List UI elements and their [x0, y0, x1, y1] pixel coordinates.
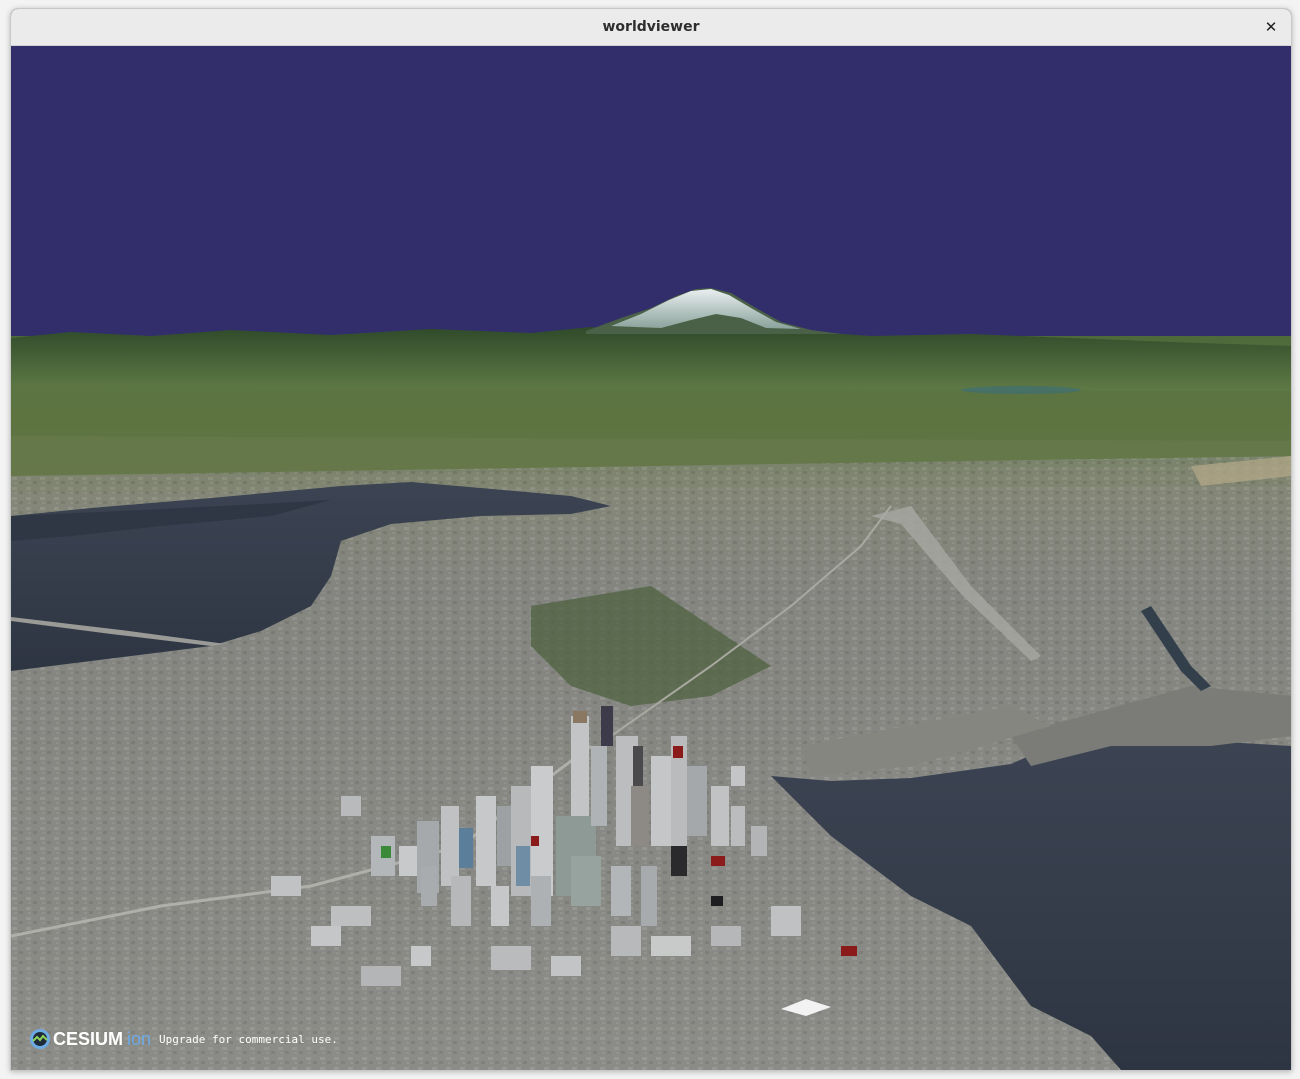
close-button[interactable]: ✕	[1259, 15, 1283, 39]
credit-message: Upgrade for commercial use.	[159, 1032, 338, 1046]
cesium-credit[interactable]: CESIUM ion Upgrade for commercial use.	[29, 1025, 338, 1053]
cesium-ion-logo[interactable]: CESIUM ion	[29, 1028, 151, 1050]
cesium-globe-icon	[30, 1029, 50, 1049]
sky	[11, 46, 1291, 346]
scene-canvas[interactable]	[11, 46, 1291, 1070]
distant-lake	[961, 386, 1081, 394]
title-bar[interactable]: worldviewer ✕	[11, 9, 1291, 46]
cesium-wordmark: CESIUM	[53, 1028, 124, 1049]
ion-wordmark: ion	[127, 1028, 152, 1049]
window-title: worldviewer	[602, 19, 700, 35]
3d-viewport[interactable]: CESIUM ion Upgrade for commercial use.	[11, 46, 1291, 1070]
app-window: worldviewer ✕ CESIUM ion Upgrade for com…	[10, 8, 1292, 1071]
